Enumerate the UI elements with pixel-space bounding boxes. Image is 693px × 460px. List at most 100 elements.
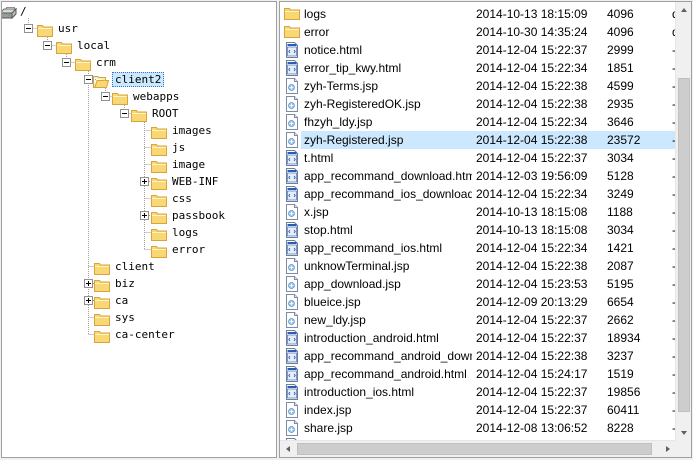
jsp-file-icon bbox=[284, 204, 300, 220]
file-row[interactable]: introduction_android.html 2014-12-04 15:2… bbox=[280, 329, 678, 347]
tree-node-label[interactable]: css bbox=[170, 191, 194, 206]
jsp-file-icon bbox=[284, 96, 300, 112]
file-row[interactable]: index.jsp 2014-12-04 15:22:37 60411- bbox=[280, 401, 678, 419]
tree-node-label[interactable]: image bbox=[170, 157, 207, 172]
folder-icon bbox=[284, 7, 300, 23]
folder-icon bbox=[94, 277, 110, 292]
file-name: app_recommand_ios_download.h... bbox=[304, 187, 472, 201]
tree-node-label[interactable]: error bbox=[170, 242, 207, 257]
collapse-minus-icon[interactable] bbox=[43, 41, 52, 50]
tree-node-label[interactable]: js bbox=[170, 140, 187, 155]
file-row[interactable]: app_recommand_android_downlo... 2014-12-0… bbox=[280, 347, 678, 365]
file-size: 2935 bbox=[607, 97, 634, 111]
file-size: 1188 bbox=[607, 205, 633, 219]
folder-icon bbox=[151, 192, 167, 207]
file-row[interactable]: t.html 2014-12-04 15:22:37 3034- bbox=[280, 149, 678, 167]
file-row[interactable]: logs2014-10-13 18:15:094096d bbox=[280, 5, 679, 23]
file-row[interactable]: app_recommand_android.html 2014-12-04 15:… bbox=[280, 365, 678, 383]
file-name: introduction_android.html bbox=[304, 331, 439, 345]
collapse-minus-icon[interactable] bbox=[24, 24, 33, 33]
file-modified-date: 2014-12-04 15:22:37 bbox=[476, 313, 588, 327]
file-row[interactable]: new_ldy.jsp 2014-12-04 15:22:37 2662- bbox=[280, 311, 678, 329]
folder-icon bbox=[37, 22, 53, 37]
scroll-left-arrow-icon[interactable] bbox=[280, 441, 296, 457]
folder-icon bbox=[151, 158, 167, 173]
file-size: 3034 bbox=[607, 151, 634, 165]
tree-node-label[interactable]: ca-center bbox=[113, 327, 177, 342]
file-row[interactable]: zyh-Terms.jsp 2014-12-04 15:22:38 4599- bbox=[280, 77, 678, 95]
collapse-minus-icon[interactable] bbox=[120, 109, 129, 118]
file-size: 60411 bbox=[607, 403, 640, 417]
vertical-scroll-thumb[interactable] bbox=[678, 78, 690, 412]
file-row[interactable]: zyh-RegisteredOK.jsp 2014-12-04 15:22:38 2… bbox=[280, 95, 678, 113]
file-name: new_ldy.jsp bbox=[304, 313, 366, 327]
file-row[interactable]: app_recommand_ios_download.h... 2014-12-0… bbox=[280, 185, 678, 203]
tree-node-label[interactable]: webapps bbox=[131, 89, 181, 104]
file-row[interactable]: app_recommand_ios.html 2014-12-04 15:22:3… bbox=[280, 239, 678, 257]
tree-node-label[interactable]: sys bbox=[113, 310, 137, 325]
file-row[interactable]: x.jsp 2014-10-13 18:15:08 1188- bbox=[280, 203, 678, 221]
file-modified-date: 2014-12-03 19:56:09 bbox=[476, 169, 588, 183]
horizontal-scrollbar[interactable] bbox=[280, 440, 676, 457]
scroll-right-arrow-icon[interactable] bbox=[660, 441, 676, 457]
file-row[interactable]: app_recommand_download.html 2014-12-03 19… bbox=[280, 167, 678, 185]
tree-node-label[interactable]: local bbox=[75, 38, 112, 53]
scroll-up-arrow-icon[interactable] bbox=[676, 2, 691, 18]
folder-icon bbox=[151, 226, 167, 241]
folder-open-icon bbox=[93, 73, 110, 88]
file-modified-date: 2014-12-04 15:22:37 bbox=[476, 385, 588, 399]
expand-plus-icon[interactable] bbox=[140, 177, 149, 186]
file-row[interactable]: introduction_ios.html 2014-12-04 15:22:37… bbox=[280, 383, 678, 401]
tree-node-label[interactable]: crm bbox=[94, 55, 118, 70]
tree-node-label[interactable]: / bbox=[18, 4, 29, 19]
tree-node-label[interactable]: ca bbox=[113, 293, 130, 308]
file-row[interactable]: fhzyh_ldy.jsp 2014-12-04 15:22:34 3646- bbox=[280, 113, 678, 131]
expand-plus-icon[interactable] bbox=[140, 211, 149, 220]
file-row[interactable]: error2014-10-30 14:35:244096d bbox=[280, 23, 679, 41]
collapse-minus-icon[interactable] bbox=[101, 92, 110, 101]
tree-node-label[interactable]: usr bbox=[56, 21, 80, 36]
tree-node-label[interactable]: client2 bbox=[112, 72, 165, 87]
file-modified-date: 2014-10-13 18:15:08 bbox=[476, 223, 588, 237]
tree-node-label[interactable]: WEB-INF bbox=[170, 174, 220, 189]
tree-node-label[interactable]: images bbox=[170, 123, 214, 138]
file-name: error_tip_kwy.html bbox=[304, 61, 402, 75]
collapse-minus-icon[interactable] bbox=[62, 58, 71, 67]
html-file-icon bbox=[284, 366, 300, 382]
file-row[interactable]: blueice.jsp 2014-12-09 20:13:29 6654- bbox=[280, 293, 678, 311]
directory-tree[interactable]: / usr local crm client2 webapps ROOT images js im… bbox=[1, 1, 277, 458]
horizontal-scroll-thumb[interactable] bbox=[297, 443, 652, 455]
file-row[interactable]: stop.html 2014-10-13 18:15:08 3034- bbox=[280, 221, 678, 239]
file-list[interactable]: logs2014-10-13 18:15:094096derror2014-10… bbox=[279, 1, 692, 458]
vertical-scrollbar[interactable] bbox=[675, 2, 691, 441]
file-name: fhzyh_ldy.jsp bbox=[304, 115, 373, 129]
file-modified-date: 2014-12-04 15:22:34 bbox=[476, 61, 588, 75]
file-size: 1519 bbox=[607, 367, 634, 381]
file-name: app_recommand_download.html bbox=[304, 169, 472, 183]
scroll-down-arrow-icon[interactable] bbox=[676, 425, 691, 441]
file-name: notice.html bbox=[304, 43, 363, 57]
file-row[interactable]: app_download.jsp 2014-12-04 15:23:53 5195- bbox=[280, 275, 678, 293]
file-row[interactable]: zyh-Registered.jsp 2014-12-04 15:22:38 235… bbox=[280, 131, 678, 149]
file-row[interactable]: share.jsp 2014-12-08 13:06:52 8228- bbox=[280, 419, 678, 437]
tree-node-label[interactable]: passbook bbox=[170, 208, 227, 223]
tree-node-label[interactable]: ROOT bbox=[150, 106, 181, 121]
folder-icon bbox=[151, 243, 167, 258]
collapse-minus-icon[interactable] bbox=[84, 75, 93, 84]
jsp-file-icon bbox=[284, 276, 300, 292]
folder-icon bbox=[75, 56, 91, 71]
file-modified-date: 2014-12-04 15:22:38 bbox=[476, 259, 588, 273]
tree-node-label[interactable]: client bbox=[113, 259, 157, 274]
jsp-file-icon bbox=[284, 258, 300, 274]
file-name: zyh-Terms.jsp bbox=[304, 79, 379, 93]
expand-plus-icon[interactable] bbox=[84, 296, 93, 305]
file-row[interactable]: unknowTerminal.jsp 2014-12-04 15:22:38 208… bbox=[280, 257, 678, 275]
tree-node-label[interactable]: logs bbox=[170, 225, 201, 240]
file-row[interactable]: error_tip_kwy.html 2014-12-04 15:22:34 185… bbox=[280, 59, 678, 77]
folder-icon bbox=[56, 39, 72, 54]
expand-plus-icon[interactable] bbox=[84, 279, 93, 288]
file-name: unknowTerminal.jsp bbox=[304, 259, 410, 273]
file-row[interactable]: notice.html 2014-12-04 15:22:37 2999- bbox=[280, 41, 678, 59]
tree-node-label[interactable]: biz bbox=[113, 276, 137, 291]
file-modified-date: 2014-12-04 15:24:17 bbox=[476, 367, 588, 381]
